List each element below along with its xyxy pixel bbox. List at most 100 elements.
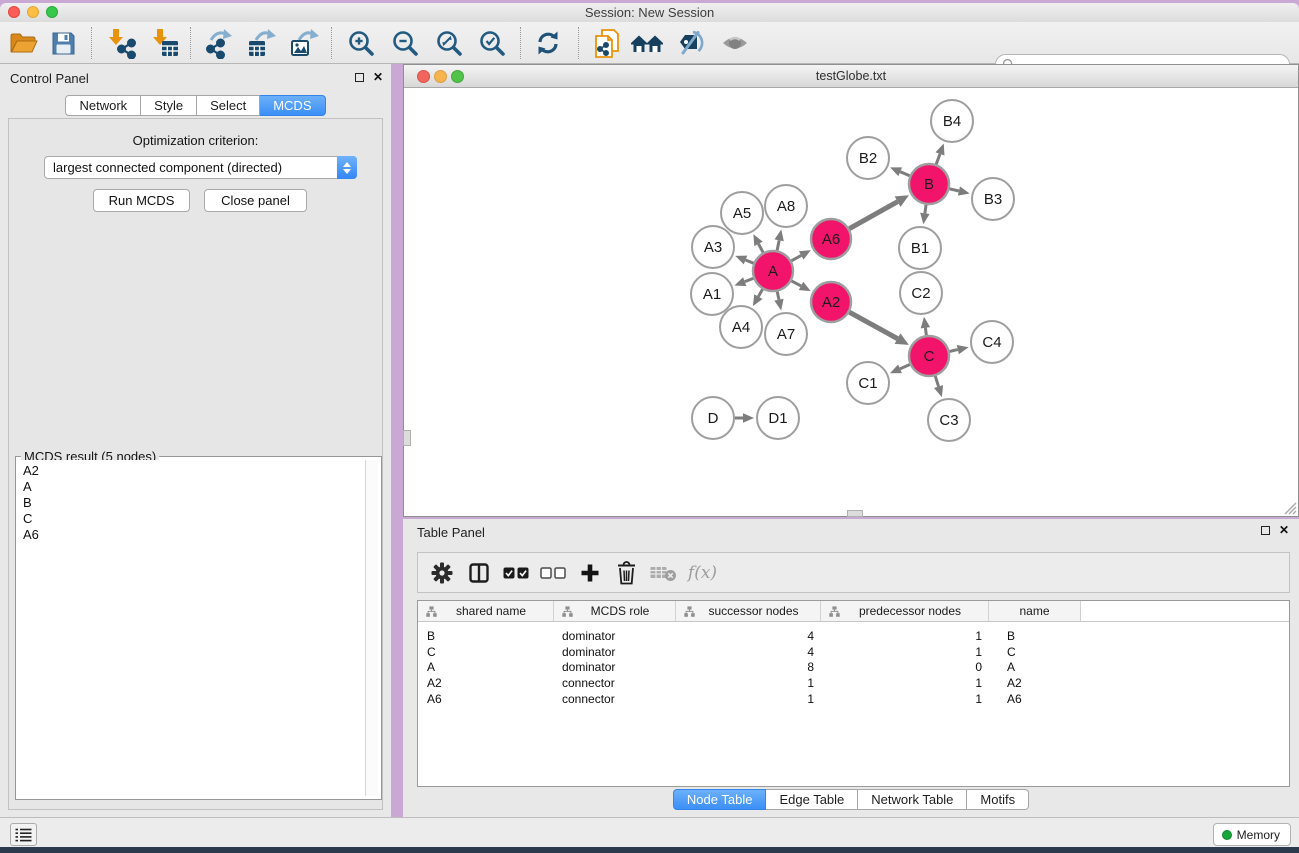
table-cell[interactable]: B <box>989 629 1081 643</box>
graph-edge[interactable] <box>758 244 763 253</box>
network-canvas[interactable]: AA1A2A3A4A5A6A7A8BB1B2B3B4CC1C2C3C4DD1 <box>405 89 1297 516</box>
export-table-button[interactable] <box>242 24 280 62</box>
mcds-result-item[interactable]: A2 <box>23 463 365 479</box>
close-panel-icon[interactable]: ✕ <box>1279 525 1289 535</box>
show-column-button[interactable] <box>460 554 497 591</box>
table-cell[interactable]: dominator <box>554 629 676 643</box>
delete-columns-button[interactable] <box>608 554 645 591</box>
close-window-button[interactable] <box>8 6 20 18</box>
save-session-button[interactable] <box>44 24 82 62</box>
tab-network[interactable]: Network <box>65 95 141 116</box>
refresh-button[interactable] <box>529 24 567 62</box>
table-cell[interactable]: 4 <box>676 629 821 643</box>
column-header-predecessor-nodes[interactable]: predecessor nodes <box>821 601 989 621</box>
show-graphics-details-button[interactable] <box>716 24 754 62</box>
table-cell[interactable]: C <box>989 645 1081 659</box>
home-pages-button[interactable] <box>628 24 666 62</box>
zoom-out-button[interactable] <box>386 24 424 62</box>
mcds-result-item[interactable]: B <box>23 495 365 511</box>
table-cell[interactable]: 4 <box>676 645 821 659</box>
table-cell[interactable]: A <box>418 660 554 674</box>
graph-edge[interactable] <box>936 154 940 164</box>
table-cell[interactable]: 1 <box>821 692 989 706</box>
table-settings-button[interactable] <box>423 554 460 591</box>
graph-edge[interactable] <box>900 364 910 368</box>
table-cell[interactable]: 8 <box>676 660 821 674</box>
table-row[interactable]: A2connector11A2 <box>418 675 1289 691</box>
table-cell[interactable]: A6 <box>989 692 1081 706</box>
zoom-fit-button[interactable] <box>430 24 468 62</box>
table-cell[interactable]: A2 <box>989 676 1081 690</box>
splitter-handle-left[interactable] <box>403 430 411 446</box>
tab-select[interactable]: Select <box>197 95 260 116</box>
close-panel-icon[interactable]: ✕ <box>373 72 383 82</box>
graph-edge[interactable] <box>925 205 926 214</box>
graph-edge[interactable] <box>745 260 753 263</box>
open-session-button[interactable] <box>4 24 42 62</box>
graph-edge[interactable] <box>849 202 897 229</box>
table-cell[interactable]: connector <box>554 676 676 690</box>
table-cell[interactable]: 1 <box>821 645 989 659</box>
table-cell[interactable]: 1 <box>821 676 989 690</box>
table-cell[interactable]: B <box>418 629 554 643</box>
table-row[interactable]: Bdominator41B <box>418 628 1289 644</box>
graph-edge[interactable] <box>949 189 958 191</box>
table-cell[interactable]: 1 <box>821 629 989 643</box>
unselect-all-button[interactable] <box>534 554 571 591</box>
network-graph[interactable]: AA1A2A3A4A5A6A7A8BB1B2B3B4CC1C2C3C4DD1 <box>405 89 1297 516</box>
memory-button[interactable]: Memory <box>1213 823 1291 846</box>
new-network-from-selection-button[interactable] <box>588 24 626 62</box>
table-cell[interactable]: 1 <box>676 692 821 706</box>
graph-edge[interactable] <box>849 312 897 338</box>
hide-labels-button[interactable] <box>671 24 709 62</box>
task-history-button[interactable] <box>10 823 37 846</box>
close-panel-button[interactable]: Close panel <box>204 189 307 212</box>
tab-motifs[interactable]: Motifs <box>967 789 1029 810</box>
table-cell[interactable]: dominator <box>554 660 676 674</box>
table-row[interactable]: Cdominator41C <box>418 644 1289 660</box>
mcds-result-list[interactable]: A2ABCA6 <box>19 460 365 796</box>
table-cell[interactable]: C <box>418 645 554 659</box>
graph-edge[interactable] <box>777 292 779 300</box>
select-all-button[interactable] <box>497 554 534 591</box>
tab-edge-table[interactable]: Edge Table <box>766 789 858 810</box>
graph-edge[interactable] <box>925 328 926 335</box>
graph-edge[interactable] <box>935 376 938 387</box>
mcds-result-item[interactable]: C <box>23 511 365 527</box>
export-network-button[interactable] <box>199 24 237 62</box>
tab-mcds[interactable]: MCDS <box>260 95 325 116</box>
mcds-result-item[interactable]: A6 <box>23 527 365 543</box>
run-mcds-button[interactable]: Run MCDS <box>93 189 190 212</box>
table-row[interactable]: A6connector11A6 <box>418 691 1289 707</box>
splitter-handle-bottom[interactable] <box>847 510 863 517</box>
graph-edge[interactable] <box>758 289 762 296</box>
mcds-result-item[interactable]: A <box>23 479 365 495</box>
minimize-window-button[interactable] <box>27 6 39 18</box>
graph-edge[interactable] <box>791 255 801 260</box>
column-header-MCDS-role[interactable]: MCDS role <box>554 601 676 621</box>
import-network-button[interactable] <box>101 24 139 62</box>
graph-edge[interactable] <box>949 350 957 352</box>
tab-node-table[interactable]: Node Table <box>673 789 767 810</box>
zoom-window-button[interactable] <box>46 6 58 18</box>
result-list-scrollbar[interactable] <box>365 460 378 796</box>
create-column-button[interactable] <box>571 554 608 591</box>
zoom-in-button[interactable] <box>342 24 380 62</box>
graph-edge[interactable] <box>777 240 779 250</box>
column-header-name[interactable]: name <box>989 601 1081 621</box>
zoom-selected-button[interactable] <box>473 24 511 62</box>
graph-edge[interactable] <box>792 281 801 286</box>
table-row[interactable]: Adominator80A <box>418 660 1289 676</box>
optimization-criterion-dropdown[interactable]: largest connected component (directed) <box>44 156 357 179</box>
export-image-button[interactable] <box>285 24 323 62</box>
float-panel-icon[interactable] <box>1261 526 1270 535</box>
table-cell[interactable]: 1 <box>676 676 821 690</box>
import-table-button[interactable] <box>145 24 183 62</box>
node-table[interactable]: shared nameMCDS rolesuccessor nodesprede… <box>417 600 1290 787</box>
table-cell[interactable]: dominator <box>554 645 676 659</box>
resize-grip-icon[interactable] <box>1281 499 1297 515</box>
table-cell[interactable]: A2 <box>418 676 554 690</box>
table-cell[interactable]: A6 <box>418 692 554 706</box>
graph-edge[interactable] <box>745 278 754 281</box>
table-cell[interactable]: connector <box>554 692 676 706</box>
